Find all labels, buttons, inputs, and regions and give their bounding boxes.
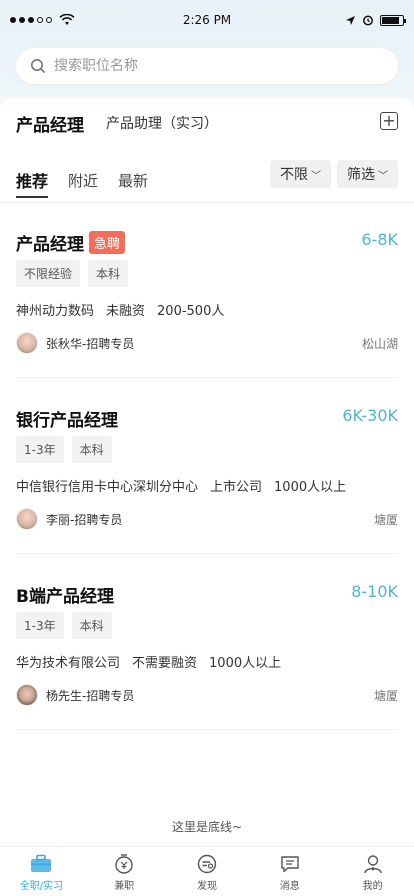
profile-icon xyxy=(362,853,384,875)
sort-tab-recommend[interactable]: 推荐 xyxy=(16,168,49,198)
tab-product-assistant[interactable]: 产品助理（实习） xyxy=(106,113,218,133)
avatar xyxy=(16,684,38,706)
salary: 6K-30K xyxy=(342,406,398,425)
search-input[interactable] xyxy=(54,58,354,74)
company-name: 华为技术有限公司 xyxy=(16,656,121,671)
tab-label: 兼职 xyxy=(114,881,135,892)
urgent-badge: 急聘 xyxy=(89,231,126,254)
tab-messages[interactable]: 消息 xyxy=(255,853,325,892)
range-dropdown[interactable]: 不限 ﹀ xyxy=(270,160,331,188)
job-title: B端产品经理 xyxy=(16,587,114,607)
sort-tab-latest[interactable]: 最新 xyxy=(118,170,148,191)
education-tag: 本科 xyxy=(88,260,129,287)
tab-product-manager[interactable]: 产品经理 xyxy=(16,111,84,136)
company-size: 1000人以上 xyxy=(274,480,347,495)
funding-stage: 上市公司 xyxy=(210,480,263,495)
search-bar[interactable] xyxy=(16,48,398,84)
briefcase-icon xyxy=(30,853,52,875)
add-intent-button[interactable]: + xyxy=(380,112,398,130)
end-of-list-text: 这里是底线~ xyxy=(171,820,243,834)
wifi-icon xyxy=(59,14,75,25)
message-icon xyxy=(279,853,301,875)
sort-tab-nearby[interactable]: 附近 xyxy=(68,170,98,191)
job-location: 松山湖 xyxy=(361,336,398,351)
job-card[interactable]: 银行产品经理 6K-30K 1-3年 本科 中信银行信用卡中心深圳分中心 上市公… xyxy=(0,378,414,554)
search-icon xyxy=(31,59,46,74)
sort-filter-row: 推荐 附近 最新 不限 ﹀ 筛选 ﹀ xyxy=(0,160,414,200)
company-name: 神州动力数码 xyxy=(16,304,95,319)
plus-icon: + xyxy=(382,111,396,130)
coin-clock-icon xyxy=(113,853,135,875)
salary: 6-8K xyxy=(361,230,398,249)
range-label: 不限 xyxy=(280,167,308,183)
experience-tag: 1-3年 xyxy=(16,436,64,463)
education-tag: 本科 xyxy=(71,436,112,463)
location-arrow-icon xyxy=(346,15,355,25)
bottom-tab-bar: 全职/实习 兼职 发现 消息 我的 xyxy=(0,846,414,896)
filter-dropdown[interactable]: 筛选 ﹀ xyxy=(337,160,398,188)
company-size: 1000人以上 xyxy=(209,656,282,671)
recruiter-name: 李丽-招聘专员 xyxy=(46,512,123,527)
job-title: 银行产品经理 xyxy=(16,411,118,431)
job-location: 塘厦 xyxy=(373,688,398,703)
funding-stage: 不需要融资 xyxy=(132,656,198,671)
battery-icon xyxy=(380,14,406,26)
tab-label: 消息 xyxy=(279,881,300,892)
divider xyxy=(16,729,398,730)
job-title: 产品经理 xyxy=(16,235,84,255)
alarm-icon xyxy=(363,15,373,26)
funding-stage: 未融资 xyxy=(106,304,146,319)
avatar xyxy=(16,332,38,354)
chevron-down-icon: ﹀ xyxy=(378,170,388,182)
company-size: 200-500人 xyxy=(157,304,225,319)
job-card[interactable]: 产品经理 急聘 6-8K 不限经验 本科 神州动力数码 未融资 200-500人… xyxy=(0,202,414,378)
avatar xyxy=(16,508,38,530)
chevron-down-icon: ﹀ xyxy=(311,170,321,182)
recruiter-name: 张秋华-招聘专员 xyxy=(46,336,135,351)
tab-label: 我的 xyxy=(362,881,383,892)
education-tag: 本科 xyxy=(71,612,112,639)
tab-profile[interactable]: 我的 xyxy=(338,853,408,892)
signal-indicator xyxy=(10,14,75,26)
job-list-panel: 产品经理 产品助理（实习） + 推荐 附近 最新 不限 ﹀ 筛选 ﹀ 产品经理 … xyxy=(0,98,414,846)
discover-icon xyxy=(196,853,218,875)
job-card[interactable]: B端产品经理 8-10K 1-3年 本科 华为技术有限公司 不需要融资 1000… xyxy=(0,554,414,730)
tab-fulltime[interactable]: 全职/实习 xyxy=(6,853,76,892)
tab-parttime[interactable]: 兼职 xyxy=(89,853,159,892)
tab-label: 全职/实习 xyxy=(19,881,64,892)
salary: 8-10K xyxy=(351,582,398,601)
recruiter-name: 杨先生-招聘专员 xyxy=(46,688,135,703)
experience-tag: 不限经验 xyxy=(16,260,81,287)
tab-label: 发现 xyxy=(196,881,217,892)
job-intent-tabs: 产品经理 产品助理（实习） + xyxy=(0,98,414,148)
status-bar: 2:26 PM xyxy=(0,0,414,40)
company-name: 中信银行信用卡中心深圳分中心 xyxy=(16,480,199,495)
experience-tag: 1-3年 xyxy=(16,612,64,639)
job-location: 塘厦 xyxy=(373,512,398,527)
tab-discover[interactable]: 发现 xyxy=(172,853,242,892)
filter-label: 筛选 xyxy=(347,167,375,183)
